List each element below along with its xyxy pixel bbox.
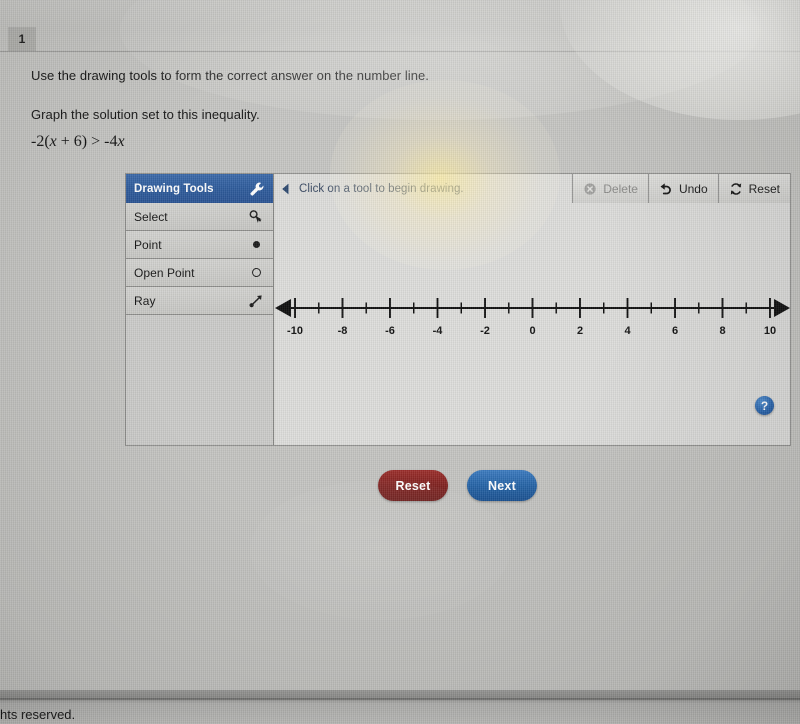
axis-tick-label: 10 — [764, 325, 776, 337]
axis-tick-label: 6 — [672, 325, 678, 337]
tool-item-point[interactable]: Point — [126, 231, 273, 259]
reset-canvas-button[interactable]: Reset — [717, 174, 790, 203]
tool-item-ray[interactable]: Ray — [126, 287, 273, 315]
axis-tick-label: 4 — [624, 325, 631, 337]
axis-tick-label: 8 — [719, 325, 725, 337]
number-line[interactable]: -10 -8 -6 -4 -2 0 2 4 6 8 10 — [275, 284, 790, 344]
canvas-toolbar: Click on a tool to begin drawing. Delete — [275, 174, 790, 203]
axis-right-arrowhead — [774, 299, 790, 317]
reset-canvas-button-label: Reset — [748, 181, 780, 196]
help-question-icon[interactable]: ? — [755, 396, 774, 415]
instruction-text: Use the drawing tools to form the correc… — [31, 68, 429, 83]
expr-lhs-variable: x — [49, 133, 57, 150]
axis-tick-label: -8 — [338, 325, 348, 337]
drawing-tools-title: Drawing Tools — [134, 182, 214, 195]
inequality-expression: -2(x + 6) > -4x — [31, 133, 125, 151]
tool-label-select: Select — [134, 209, 168, 224]
undo-button[interactable]: Undo — [647, 174, 718, 203]
drawing-tools-header: Drawing Tools — [126, 174, 273, 203]
question-number-tab[interactable]: 1 — [8, 27, 36, 51]
circle-x-icon — [583, 182, 597, 196]
filled-point-icon — [248, 237, 264, 253]
open-point-icon — [248, 265, 264, 281]
refresh-circular-arrows-icon — [729, 182, 743, 196]
axis-tick-label: 0 — [529, 325, 535, 337]
expr-rhs-prefix: -4 — [100, 133, 118, 150]
undo-arrow-icon — [659, 182, 673, 196]
drawing-canvas[interactable]: Click on a tool to begin drawing. Delete — [275, 174, 790, 445]
expr-rhs-variable: x — [117, 133, 125, 150]
drawing-widget: Drawing Tools Select Point Open Point Ra… — [125, 173, 791, 446]
screen-photo: 1 Use the drawing tools to form the corr… — [0, 0, 800, 724]
prompt-text: Graph the solution set to this inequalit… — [31, 107, 260, 122]
expr-lhs-mid: + 6) — [56, 133, 92, 150]
axis-tick-label: -4 — [433, 325, 444, 337]
cursor-select-icon — [248, 209, 264, 225]
tool-item-select[interactable]: Select — [126, 203, 273, 231]
axis-tick-label: -2 — [480, 325, 490, 337]
tab-divider — [0, 51, 800, 52]
expr-lhs-prefix: -2( — [31, 133, 50, 150]
axis-tick-label: 2 — [577, 325, 583, 337]
axis-left-arrowhead — [275, 299, 291, 317]
tool-panel-empty-area — [126, 315, 273, 445]
tool-label-point: Point — [134, 237, 162, 252]
page-content: 1 Use the drawing tools to form the corr… — [0, 0, 800, 724]
axis-tick-label: -10 — [287, 325, 303, 337]
axis-tick-label: -6 — [385, 325, 395, 337]
expr-relation: > — [91, 133, 101, 150]
reset-button[interactable]: Reset — [378, 470, 448, 501]
tool-label-open-point: Open Point — [134, 265, 195, 280]
tool-item-open-point[interactable]: Open Point — [126, 259, 273, 287]
undo-button-label: Undo — [678, 181, 708, 196]
delete-button[interactable]: Delete — [572, 174, 648, 203]
ray-arrow-icon — [248, 293, 264, 309]
next-button[interactable]: Next — [467, 470, 537, 501]
drawing-tools-panel: Drawing Tools Select Point Open Point Ra… — [126, 174, 274, 445]
collapse-left-arrow-icon[interactable] — [277, 183, 293, 195]
tool-label-ray: Ray — [134, 293, 156, 308]
canvas-hint-text: Click on a tool to begin drawing. — [299, 182, 464, 195]
wrench-icon — [249, 181, 265, 197]
delete-button-label: Delete — [603, 181, 638, 196]
